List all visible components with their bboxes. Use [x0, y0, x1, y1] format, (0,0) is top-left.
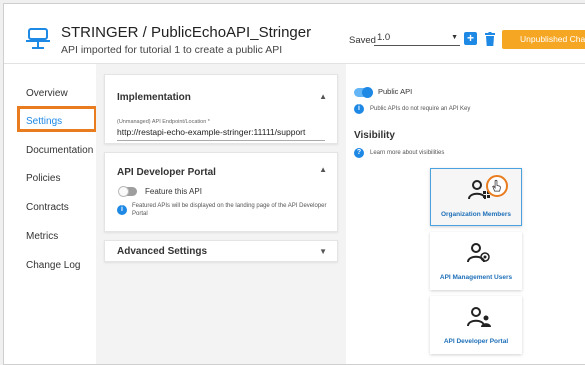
sidebar: Overview Settings Documentation Policies…	[4, 64, 97, 364]
implementation-title: Implementation	[117, 92, 191, 103]
endpoint-field-label: (Unmanaged) API Endpoint/Location *	[117, 119, 210, 125]
feature-api-toggle[interactable]	[118, 186, 137, 197]
public-api-label: Public API	[378, 87, 413, 96]
sidebar-item-contracts[interactable]: Contracts	[26, 202, 69, 213]
saved-label: Saved	[349, 35, 376, 46]
chevron-down-icon: ▼	[451, 34, 458, 41]
organization-members-label: Organization Members	[440, 211, 512, 218]
visibility-option-api-developer-portal[interactable]: API Developer Portal	[430, 296, 522, 354]
developer-portal-card: API Developer Portal ▲ Feature this API …	[104, 152, 338, 232]
publish-status-label: Unpublished Changes	[520, 34, 585, 44]
advanced-settings-card[interactable]: Advanced Settings ▼	[104, 240, 338, 262]
toggle-knob	[118, 186, 129, 197]
visibility-option-organization-members[interactable]: Organization Members	[430, 168, 522, 226]
api-title: STRINGER / PublicEchoAPI_Stringer	[61, 24, 312, 41]
developer-portal-title: API Developer Portal	[117, 167, 216, 178]
api-logo-icon	[26, 28, 50, 49]
visibility-heading: Visibility	[354, 130, 395, 141]
feature-api-label: Feature this API	[145, 187, 202, 196]
sidebar-item-metrics[interactable]: Metrics	[26, 231, 58, 242]
public-api-info-text: Public APIs do not require an API Key	[370, 106, 471, 112]
chevron-up-icon[interactable]: ▲	[319, 165, 327, 174]
sidebar-item-settings[interactable]: Settings	[26, 116, 62, 127]
implementation-card: Implementation ▲ (Unmanaged) API Endpoin…	[104, 74, 338, 144]
featured-info-text: Featured APIs will be displayed on the l…	[132, 203, 327, 218]
visibility-pane: Public API i Public APIs do not require …	[346, 64, 585, 364]
api-management-users-label: API Management Users	[439, 274, 513, 281]
endpoint-field[interactable]: http://restapi-echo-example-stringer:111…	[117, 127, 325, 141]
info-icon: i	[117, 205, 127, 215]
settings-content: Implementation ▲ (Unmanaged) API Endpoin…	[96, 64, 585, 364]
portal-user-icon	[467, 307, 491, 327]
sidebar-item-documentation[interactable]: Documentation	[26, 145, 93, 156]
visibility-option-api-management-users[interactable]: API Management Users	[430, 232, 522, 290]
advanced-settings-title: Advanced Settings	[117, 246, 208, 257]
api-developer-portal-label: API Developer Portal	[443, 338, 509, 345]
version-value: 1.0	[377, 32, 391, 43]
chevron-down-icon[interactable]: ▼	[319, 247, 327, 256]
api-users-icon	[467, 243, 490, 263]
toggle-knob	[362, 87, 373, 98]
chevron-up-icon[interactable]: ▲	[319, 92, 327, 101]
version-select[interactable]: 1.0 ▼	[374, 32, 460, 46]
api-header: STRINGER / PublicEchoAPI_Stringer API im…	[4, 4, 585, 64]
sidebar-item-change-log[interactable]: Change Log	[26, 260, 81, 271]
publish-status-button[interactable]: Unpublished Changes ▾	[502, 30, 585, 49]
info-icon: i	[354, 104, 364, 114]
api-description: API imported for tutorial 1 to create a …	[61, 44, 283, 56]
add-version-button[interactable]: +	[464, 32, 477, 45]
public-api-toggle[interactable]	[354, 87, 373, 98]
sidebar-item-overview[interactable]: Overview	[26, 88, 68, 99]
sidebar-item-policies[interactable]: Policies	[26, 173, 60, 184]
app-frame: STRINGER / PublicEchoAPI_Stringer API im…	[3, 3, 585, 365]
visibility-help-link[interactable]: Learn more about visibilities	[370, 149, 444, 157]
hand-cursor-icon	[486, 175, 508, 197]
help-icon[interactable]: ?	[354, 148, 364, 158]
trash-icon[interactable]	[485, 32, 495, 46]
